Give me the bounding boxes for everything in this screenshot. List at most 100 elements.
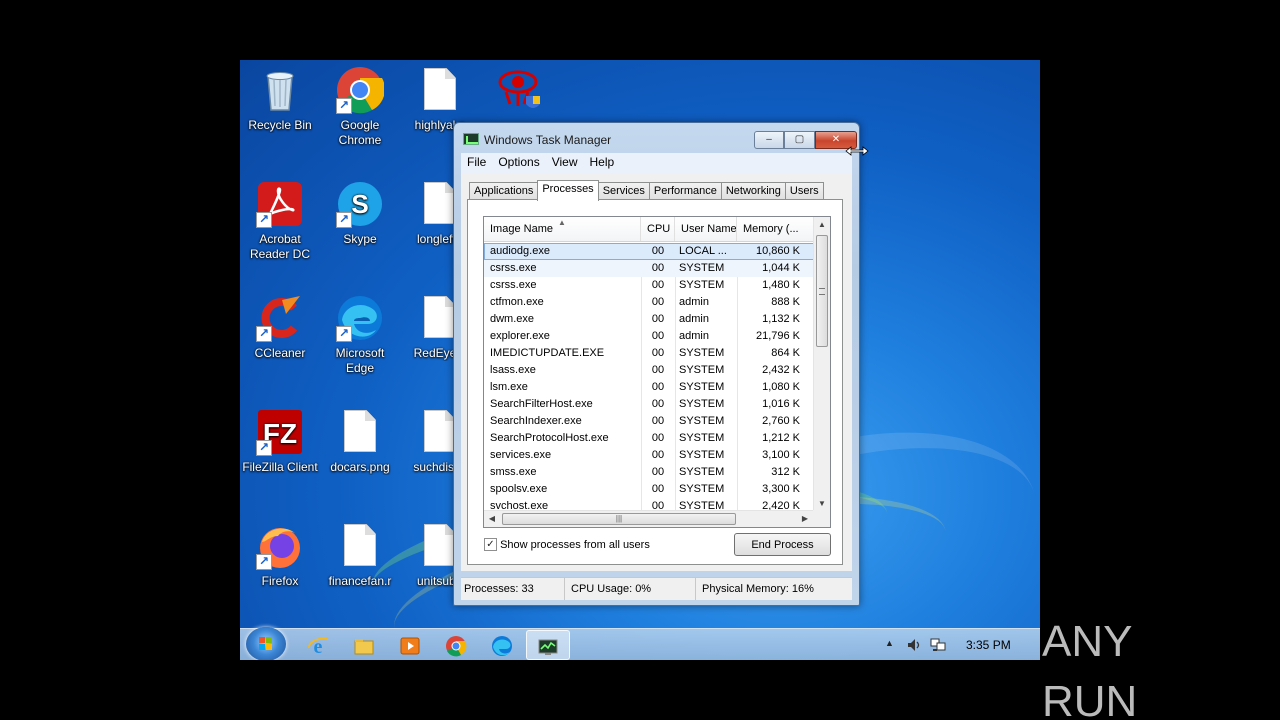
process-user-cell: SYSTEM [679,398,725,410]
taskbar-chrome[interactable] [434,630,478,660]
process-memory-cell: 1,480 K [762,279,800,291]
desktop-icon-edge[interactable]: ↗ Microsoft Edge [320,288,400,392]
table-row[interactable]: dwm.exe 00 admin 1,132 K [484,311,814,328]
table-row[interactable]: spoolsv.exe 00 SYSTEM 3,300 K [484,481,814,498]
process-memory-cell: 1,132 K [762,313,800,325]
desktop-icon-recycle-bin[interactable]: Recycle Bin [240,60,320,164]
title-bar[interactable]: Windows Task Manager ‒ ▢ ✕ [454,123,859,153]
scroll-right-icon[interactable]: ▶ [797,514,813,523]
tab-services[interactable]: Services [597,182,650,200]
column-cpu[interactable]: CPU [641,217,675,241]
process-user-cell: SYSTEM [679,347,725,359]
status-process-count: Processes: 33 [461,578,565,600]
desktop-icon-file[interactable]: financefan.r [320,516,400,620]
table-row[interactable]: explorer.exe 00 admin 21,796 K [484,328,814,345]
column-image-name[interactable]: Image Name ▲ [484,217,641,241]
taskbar-edge[interactable] [480,630,524,660]
horizontal-scroll-thumb[interactable]: ||| [502,513,736,525]
table-row[interactable]: csrss.exe 00 SYSTEM 1,044 K [484,260,814,277]
table-row[interactable]: lsm.exe 00 SYSTEM 1,080 K [484,379,814,396]
taskbar-media-player[interactable] [388,630,432,660]
end-process-button[interactable]: End Process [734,533,831,556]
shortcut-arrow-icon: ↗ [336,212,352,228]
filezilla-icon: FZ ↗ [256,408,304,456]
show-all-users-option[interactable]: ✓ Show processes from all users [484,538,650,552]
menu-options[interactable]: Options [492,153,545,171]
watermark-text: ANY RUN [1042,617,1138,720]
show-all-users-checkbox[interactable]: ✓ [484,538,497,551]
menu-help[interactable]: Help [584,153,621,171]
table-row[interactable]: IMEDICTUPDATE.EXE 00 SYSTEM 864 K [484,345,814,362]
table-row[interactable]: lsass.exe 00 SYSTEM 2,432 K [484,362,814,379]
tab-users[interactable]: Users [784,182,824,200]
process-name-cell: audiodg.exe [490,245,550,257]
volume-icon[interactable] [906,637,922,653]
process-memory-cell: 888 K [771,296,800,308]
process-cpu-cell: 00 [651,466,665,478]
edge-icon [492,636,512,656]
scroll-up-icon[interactable]: ▲ [814,220,830,229]
taskbar-internet-explorer[interactable]: e [296,630,340,660]
table-row[interactable]: services.exe 00 SYSTEM 3,100 K [484,447,814,464]
tab-processes[interactable]: Processes [537,180,599,201]
show-hidden-arrow-icon[interactable]: ▲ [885,638,894,648]
process-list[interactable]: Image Name ▲ CPU User Name Memory (... au… [483,216,831,528]
minimize-button[interactable]: ‒ [754,131,784,149]
horizontal-scrollbar[interactable]: ◀ ||| ▶ [484,510,814,527]
process-name-cell: SearchIndexer.exe [490,415,582,427]
taskbar-task-manager[interactable] [526,630,570,660]
ccleaner-icon: ↗ [256,294,304,342]
tab-applications[interactable]: Applications [469,182,539,200]
column-user-name[interactable]: User Name [675,217,737,241]
tab-networking[interactable]: Networking [720,182,786,200]
windows-start-orb-icon[interactable] [246,627,286,660]
task-manager-icon [463,133,479,145]
menu-view[interactable]: View [546,153,584,171]
desktop-icon-ccleaner[interactable]: ↗ CCleaner [240,288,320,392]
window-title: Windows Task Manager [484,133,612,147]
column-memory[interactable]: Memory (... [737,217,814,241]
menu-file[interactable]: File [461,153,492,171]
taskbar-clock[interactable]: 3:35 PM [966,638,1011,652]
process-user-cell: SYSTEM [679,449,725,461]
process-cpu-cell: 00 [651,296,665,308]
firefox-icon: ↗ [256,522,304,570]
windows-flag-icon [259,637,273,651]
process-cpu-cell: 00 [651,364,665,376]
vertical-scrollbar[interactable]: ▲ ▼ [813,217,830,511]
process-cpu-cell: 00 [651,279,665,291]
process-cpu-cell: 00 [651,415,665,427]
task-manager-icon [538,639,558,655]
desktop-icon-firefox[interactable]: ↗ Firefox [240,516,320,620]
vertical-scroll-thumb[interactable] [816,235,828,347]
close-icon: ✕ [831,134,841,145]
file-explorer-icon [354,639,374,655]
process-user-cell: admin [679,313,709,325]
scroll-down-icon[interactable]: ▼ [814,499,830,508]
desktop-icon-acrobat[interactable]: ↗ Acrobat Reader DC [240,174,320,278]
table-row[interactable]: SearchIndexer.exe 00 SYSTEM 2,760 K [484,413,814,430]
table-row[interactable]: SearchFilterHost.exe 00 SYSTEM 1,016 K [484,396,814,413]
taskbar-file-explorer[interactable] [342,630,386,660]
table-row[interactable]: ctfmon.exe 00 admin 888 K [484,294,814,311]
process-cpu-cell: 00 [651,398,665,410]
desktop-icon-chrome[interactable]: ↗ Google Chrome [320,60,400,164]
desktop-icon-filezilla[interactable]: FZ ↗ FileZilla Client [240,402,320,506]
process-cpu-cell: 00 [651,432,665,444]
table-row[interactable]: audiodg.exe 00 LOCAL ... 10,860 K [484,243,814,260]
menu-bar: File Options View Help [461,153,852,173]
table-row[interactable]: SearchProtocolHost.exe 00 SYSTEM 1,212 K [484,430,814,447]
process-memory-cell: 1,080 K [762,381,800,393]
minimize-icon: ‒ [766,134,772,145]
desktop-icon-skype[interactable]: S ↗ Skype [320,174,400,278]
task-manager-window: Windows Task Manager ‒ ▢ ✕ File Options Vi… [453,122,860,606]
maximize-button[interactable]: ▢ [784,131,815,149]
file-icon [336,522,384,570]
process-user-cell: admin [679,330,709,342]
table-row[interactable]: csrss.exe 00 SYSTEM 1,480 K [484,277,814,294]
scroll-left-icon[interactable]: ◀ [484,514,500,523]
network-icon[interactable] [930,637,946,653]
table-row[interactable]: smss.exe 00 SYSTEM 312 K [484,464,814,481]
tab-performance[interactable]: Performance [648,182,722,200]
desktop-icon-file[interactable]: docars.png [320,402,400,506]
